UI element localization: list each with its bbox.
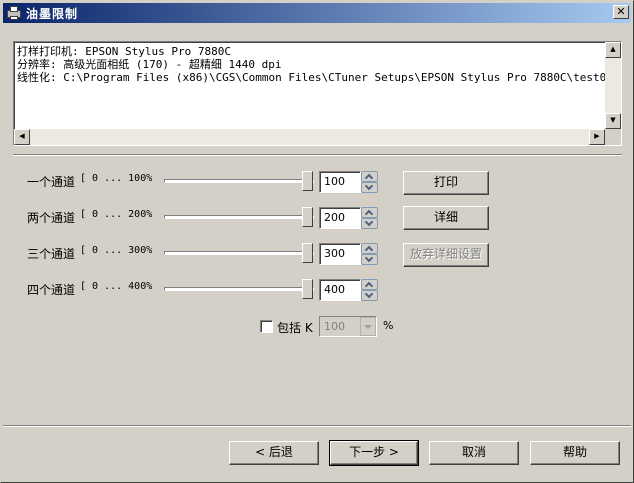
back-button[interactable]: < 后退 bbox=[229, 441, 319, 465]
channel-spinner[interactable] bbox=[361, 279, 378, 301]
detail-button[interactable]: 详细 bbox=[403, 206, 489, 230]
include-k-checkbox[interactable] bbox=[260, 320, 273, 333]
spin-down-icon[interactable] bbox=[361, 253, 378, 265]
spin-down-icon[interactable] bbox=[361, 181, 378, 193]
spin-up-icon[interactable] bbox=[361, 279, 378, 291]
top-divider bbox=[13, 154, 622, 156]
channel-range: [ 0 ... 400% bbox=[80, 281, 153, 292]
channel-spinner[interactable] bbox=[361, 171, 378, 193]
channel-slider-thumb[interactable] bbox=[302, 207, 313, 227]
channel-spinner[interactable] bbox=[361, 207, 378, 229]
channel-label: 两个通道 bbox=[27, 211, 76, 225]
channel-slider-thumb[interactable] bbox=[302, 243, 313, 263]
help-button[interactable]: 帮助 bbox=[530, 441, 620, 465]
channel-range: [ 0 ... 300% bbox=[80, 245, 153, 256]
scroll-right-arrow-icon[interactable]: ▶ bbox=[589, 129, 605, 145]
cancel-button[interactable]: 取消 bbox=[429, 441, 519, 465]
channel-value-field[interactable]: 100 bbox=[319, 171, 361, 193]
channel-value-field[interactable]: 400 bbox=[319, 279, 361, 301]
k-limit-select[interactable]: 100 bbox=[319, 316, 377, 337]
info-text-box[interactable]: 打样打印机: EPSON Stylus Pro 7880C 分辨率: 高级光面相… bbox=[13, 41, 622, 146]
channel-label: 四个通道 bbox=[27, 283, 76, 297]
info-line-resolution: 分辨率: 高级光面相纸 (170) - 超精细 1440 dpi bbox=[17, 58, 282, 71]
channel-value-field[interactable]: 200 bbox=[319, 207, 361, 229]
print-button[interactable]: 打印 bbox=[403, 171, 489, 195]
printer-icon bbox=[6, 5, 22, 21]
horizontal-scrollbar[interactable]: ◀ ▶ bbox=[14, 129, 605, 145]
channel-spinner[interactable] bbox=[361, 243, 378, 265]
scrollbar-corner bbox=[605, 129, 621, 145]
channel-value-field[interactable]: 300 bbox=[319, 243, 361, 265]
scroll-up-arrow-icon[interactable]: ▲ bbox=[605, 42, 621, 58]
channel-slider-track[interactable] bbox=[164, 215, 314, 219]
k-limit-unit: % bbox=[383, 319, 394, 332]
channel-label: 一个通道 bbox=[27, 175, 76, 189]
k-limit-value: 100 bbox=[324, 320, 345, 333]
channel-slider-track[interactable] bbox=[164, 251, 314, 255]
spin-down-icon[interactable] bbox=[361, 217, 378, 229]
close-button[interactable]: ✕ bbox=[613, 5, 629, 19]
info-line-printer: 打样打印机: EPSON Stylus Pro 7880C bbox=[17, 45, 231, 58]
scroll-left-arrow-icon[interactable]: ◀ bbox=[14, 129, 30, 145]
spin-up-icon[interactable] bbox=[361, 171, 378, 183]
spin-up-icon[interactable] bbox=[361, 207, 378, 219]
next-button[interactable]: 下一步 > bbox=[329, 440, 419, 466]
bottom-divider bbox=[3, 425, 631, 427]
channel-range: [ 0 ... 100% bbox=[80, 173, 153, 184]
ink-limit-dialog: 油墨限制 ✕ 打样打印机: EPSON Stylus Pro 7880C 分辨率… bbox=[0, 0, 634, 483]
vertical-scrollbar[interactable]: ▲ ▼ bbox=[605, 42, 621, 129]
channel-label: 三个通道 bbox=[27, 247, 76, 261]
title-bar[interactable]: 油墨限制 ✕ bbox=[3, 3, 631, 23]
spin-up-icon[interactable] bbox=[361, 243, 378, 255]
channel-slider-thumb[interactable] bbox=[302, 279, 313, 299]
window-title: 油墨限制 bbox=[26, 6, 79, 21]
discard-detail-button[interactable]: 放弃详细设置 bbox=[403, 243, 489, 267]
channel-slider-thumb[interactable] bbox=[302, 171, 313, 191]
channel-slider-track[interactable] bbox=[164, 179, 314, 183]
channel-range: [ 0 ... 200% bbox=[80, 209, 153, 220]
dropdown-arrow-icon[interactable] bbox=[360, 317, 376, 336]
channel-slider-track[interactable] bbox=[164, 287, 314, 291]
scroll-down-arrow-icon[interactable]: ▼ bbox=[605, 113, 621, 129]
info-lines: 打样打印机: EPSON Stylus Pro 7880C 分辨率: 高级光面相… bbox=[17, 45, 605, 129]
include-k-label: 包括 K bbox=[277, 321, 313, 335]
spin-down-icon[interactable] bbox=[361, 289, 378, 301]
info-line-linearization: 线性化: C:\Program Files (x86)\CGS\Common F… bbox=[17, 71, 605, 84]
